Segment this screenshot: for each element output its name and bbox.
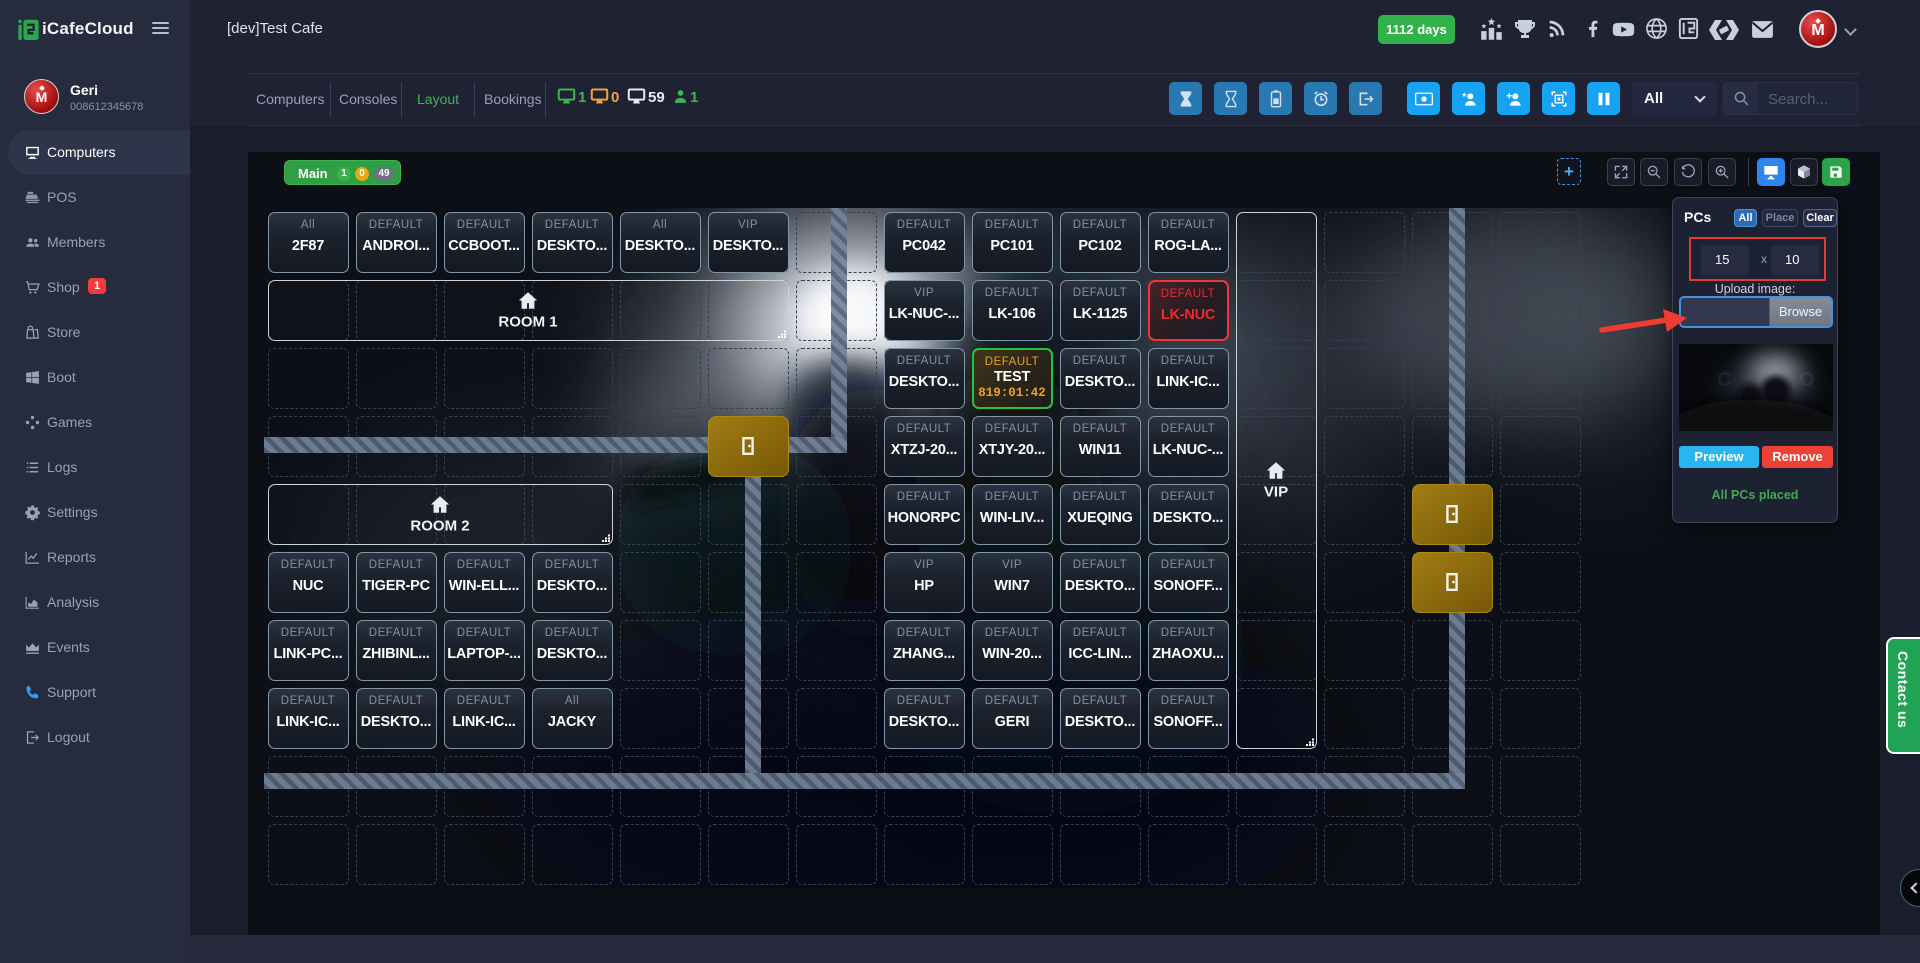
svg-text:C: C (1717, 369, 1731, 391)
svg-text:O: O (1799, 369, 1815, 391)
